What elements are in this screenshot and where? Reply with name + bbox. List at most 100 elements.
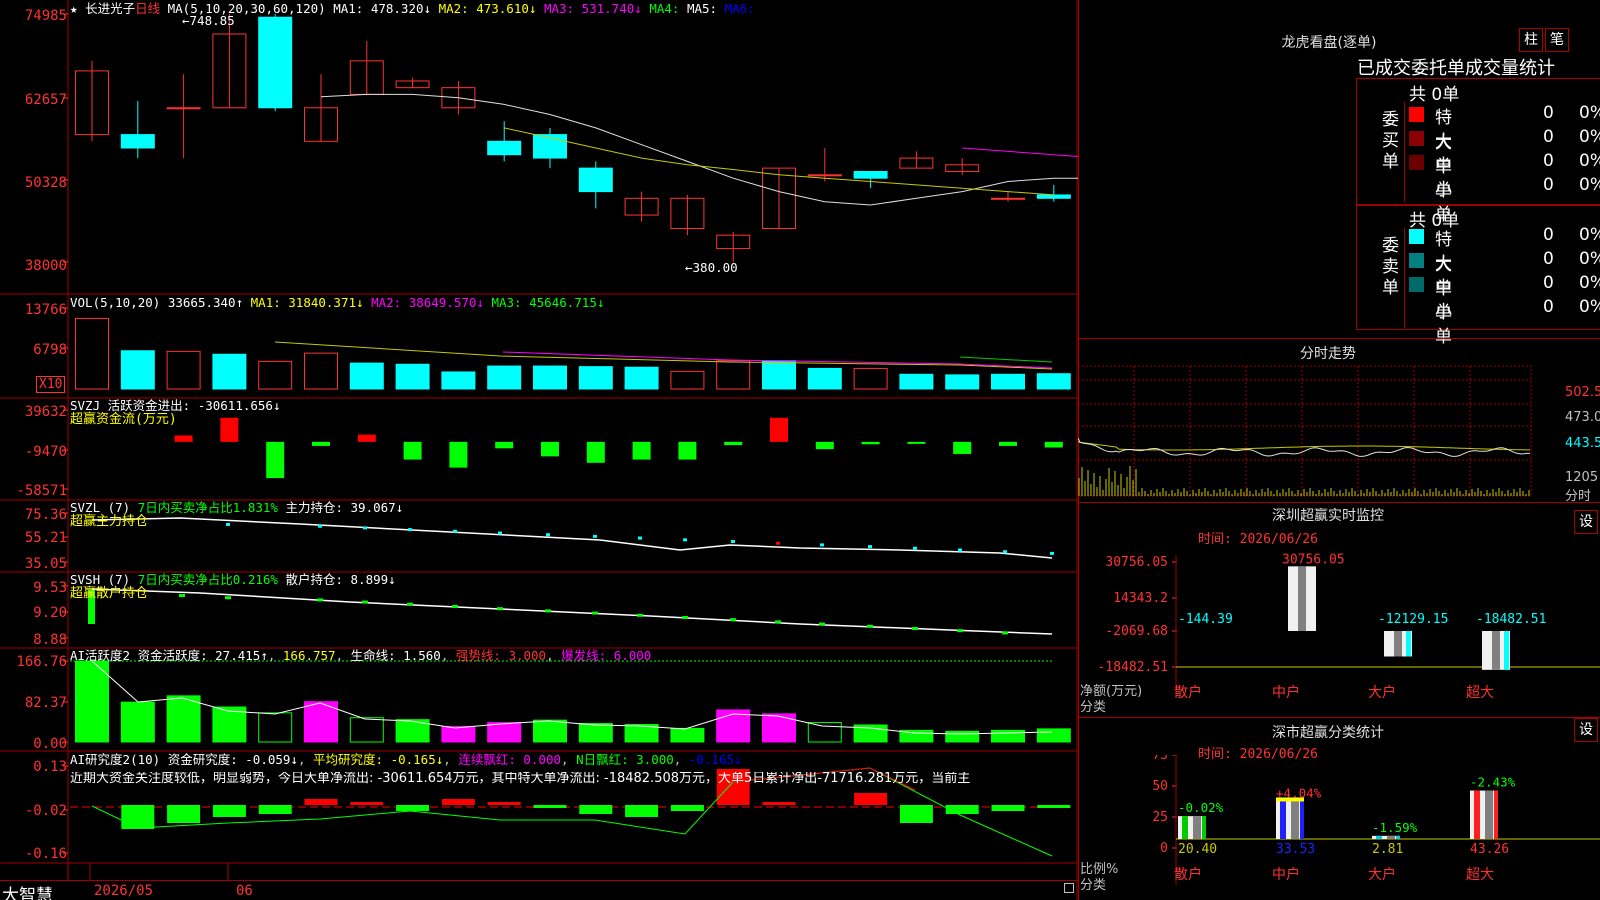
svzl-y-label: 35.05 (24, 556, 67, 572)
ai-active-y-label: 82.37 (24, 695, 67, 711)
main-hold-tick (453, 529, 457, 533)
order-percent: 0% (1579, 151, 1600, 171)
main-hold-tick (868, 545, 872, 549)
high-marker: ←748.85 (182, 13, 235, 28)
research-bar (350, 802, 384, 805)
vol-ma1: MA1: 31840.371↓ (250, 295, 364, 310)
main-hold-tick (820, 543, 824, 547)
research-bar (579, 805, 613, 814)
class-bar-accent (1182, 816, 1188, 839)
main-hold-line (91, 517, 1053, 559)
ai-n-red: N日飘红: 3.000 (576, 752, 674, 767)
class-share-label: 2.81 (1372, 842, 1403, 857)
period-label[interactable]: 日线 (135, 1, 160, 16)
monitor-value-label: -144.39 (1178, 612, 1233, 627)
sz-monitor-settings-button[interactable]: 设 (1574, 510, 1598, 534)
research-bar (396, 805, 430, 811)
vol-label[interactable]: VOL(5,10,20) (70, 295, 160, 310)
ai-burst-line: 爆发线: 6.000 (561, 648, 652, 663)
stock-name[interactable]: 长进光子 (85, 1, 135, 16)
monitor-value-label: 30756.05 (1282, 552, 1345, 567)
volume-bar (395, 363, 430, 390)
money-flow-bar (1044, 441, 1063, 448)
low-marker: ←380.00 (685, 260, 738, 275)
vol-y-label: 6798 (33, 342, 67, 358)
svsh-label[interactable]: SVSH (7) (70, 572, 130, 587)
monitor-y-tick-label: 14343.2 (1113, 591, 1168, 606)
money-flow-bar (861, 441, 880, 445)
research-bar (945, 805, 979, 814)
ai-active-label[interactable]: AI活跃度2 (70, 648, 130, 663)
activity-bar (166, 695, 201, 743)
order-count: 0 (1543, 297, 1554, 317)
ai-research-label[interactable]: AI研究度2(10) (70, 752, 160, 767)
date-label-1: 2026/05 (94, 883, 154, 899)
sell-label-divider (1404, 228, 1405, 328)
activity-bar (670, 727, 705, 743)
candle-body (807, 174, 842, 177)
money-flow-bar (220, 417, 239, 442)
retail-hold-tick (497, 607, 503, 611)
ai-research-value: 资金研究度: -0.059↓ (167, 752, 298, 767)
intraday-y-label: 443.5 (1565, 436, 1600, 451)
retail-hold-tick (407, 602, 413, 606)
volume-bar (716, 360, 751, 390)
order-percent: 0% (1579, 103, 1600, 123)
sz-class-settings-button[interactable]: 设 (1574, 718, 1598, 742)
svzl-y-label: 75.36 (24, 507, 67, 523)
main-hold-tick (913, 546, 917, 550)
ma3-line (962, 147, 1078, 157)
research-bar (304, 799, 338, 805)
svzj-label[interactable]: SVZJ (70, 398, 100, 413)
candle-body (991, 197, 1025, 200)
volume-bar (807, 367, 842, 390)
candle-body (120, 134, 155, 149)
color-swatch-icon (1409, 131, 1424, 146)
main-hold-tick (498, 531, 502, 535)
svsh-ratio: 7日内买卖净占比0.216% (137, 572, 278, 587)
candle-body (166, 107, 201, 110)
volume-bar (1036, 373, 1071, 390)
ai-active-value: 资金活跃度: 27.415↑ (137, 648, 268, 663)
main-panel-header: ★ 长进光子日线 MA(5,10,20,30,60,120) MA1: 478.… (70, 2, 755, 16)
main-hold-tick (683, 538, 687, 542)
favorite-star-icon[interactable]: ★ (70, 1, 78, 16)
sz-monitor-chart[interactable]: 30756.05 14343.2 -2069.68 -18482.51 -144.39 3… (1078, 545, 1600, 705)
brand-logo[interactable]: 大智慧 (2, 881, 53, 900)
svsh-panel-header: SVSH (7) 7日内买卖净占比0.216% 散户持仓: 8.899↓ (70, 573, 396, 587)
svzl-label[interactable]: SVZL (7) (70, 500, 130, 515)
bar-mode-button[interactable]: 柱 (1519, 28, 1543, 52)
retail-hold-tick (637, 613, 643, 617)
retail-hold-tick (225, 596, 231, 600)
color-swatch-icon (1409, 107, 1424, 122)
color-swatch-icon (1409, 155, 1424, 170)
class-y-tick-label: 50 (1152, 779, 1168, 794)
class-bar-accent (1376, 835, 1382, 839)
sz-class-chart[interactable]: 75 50 25 0 -0.02% 20.40 +4.04% 33.53 -1.59% 2.81 -… (1078, 755, 1600, 900)
order-percent: 0% (1579, 225, 1600, 245)
svsh-hold: 散户持仓: 8.899↓ (285, 572, 396, 587)
order-count: 0 (1543, 249, 1554, 269)
main-hold-tick (593, 534, 597, 538)
svzl-hold: 主力持仓: 39.067↓ (285, 500, 404, 515)
order-percent: 0% (1579, 273, 1600, 293)
ai-research-header: AI研究度2(10) 资金研究度: -0.059↓, 平均研究度: -0.165… (70, 752, 742, 767)
volume-bar (578, 366, 613, 390)
class-bar-shade (1193, 816, 1201, 839)
longhu-tab-strip[interactable]: 已成交委托单成交量统计 (1357, 54, 1555, 80)
money-flow-bar (907, 441, 926, 444)
activity-bar (578, 723, 613, 743)
retail-hold-tick (545, 609, 551, 613)
lock-icon[interactable] (1064, 883, 1074, 893)
svzj-subtitle: 超赢资金流(万元) (70, 412, 177, 427)
retail-hold-tick (682, 616, 688, 619)
intraday-chart[interactable] (1078, 362, 1600, 502)
monitor-y-tick-label: -2069.68 (1105, 624, 1168, 639)
tick-mode-button[interactable]: 笔 (1545, 28, 1569, 52)
svsh-subtitle: 超赢散户持仓 (70, 586, 149, 601)
svsh-y-label: 8.88 (33, 632, 67, 648)
retail-hold-tick (957, 629, 963, 633)
money-flow-bar (724, 441, 743, 446)
monitor-category-label: 中户 (1272, 684, 1300, 701)
retail-hold-tick (452, 605, 458, 608)
